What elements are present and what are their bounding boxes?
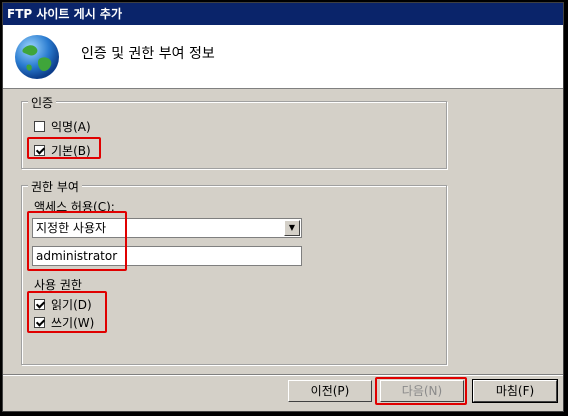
globe-icon xyxy=(15,35,59,79)
anonymous-checkbox-box[interactable] xyxy=(34,121,45,132)
chevron-down-icon[interactable]: ▼ xyxy=(284,220,300,236)
prev-button[interactable]: 이전(P) xyxy=(288,380,372,402)
permission-highlight xyxy=(27,291,107,333)
basic-highlight xyxy=(27,137,101,159)
header-title: 인증 및 권한 부여 정보 xyxy=(81,46,215,62)
prev-next-highlight xyxy=(375,377,467,405)
header-banner: 인증 및 권한 부여 정보 xyxy=(3,25,563,89)
footer-divider xyxy=(3,374,563,376)
access-highlight xyxy=(27,211,127,271)
anonymous-label: 익명(A) xyxy=(51,120,91,134)
finish-button[interactable]: 마침(F) xyxy=(472,379,558,403)
authorization-legend: 권한 부여 xyxy=(28,178,82,195)
title-bar[interactable]: FTP 사이트 게시 추가 xyxy=(3,3,563,25)
anonymous-checkbox[interactable]: 익명(A) xyxy=(34,118,91,135)
auth-legend: 인증 xyxy=(28,94,57,111)
dialog-window: FTP 사이트 게시 추가 인증 및 권한 부여 정보 인증 익명(A) 기본(… xyxy=(2,2,564,412)
